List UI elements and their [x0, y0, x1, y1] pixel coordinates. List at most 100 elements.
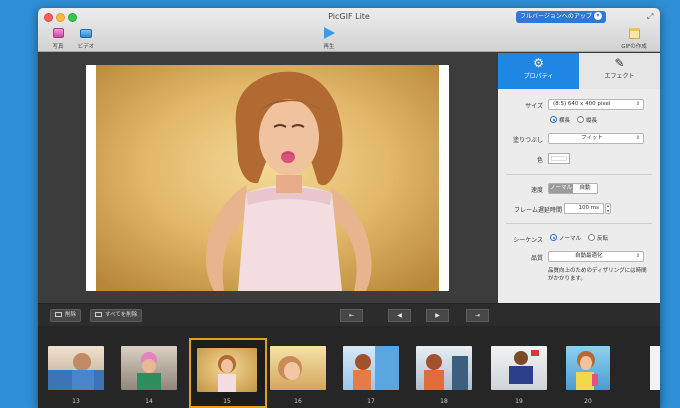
- size-select-value: (8:5) 640 x 400 pixel: [553, 101, 611, 107]
- girl-photo-illustration: [96, 65, 439, 291]
- delay-row: フレーム遅延時間 100 ms ▴ ▾: [498, 203, 660, 215]
- add-video-button[interactable]: ビデオ: [66, 26, 106, 50]
- color-well[interactable]: [548, 153, 570, 164]
- frame-thumbnail[interactable]: [121, 346, 177, 390]
- frame-thumbnail[interactable]: [491, 346, 547, 390]
- frame-number: 19: [515, 398, 523, 405]
- delete-frame-label: 削除: [65, 312, 77, 318]
- thumbnail-image: [218, 355, 236, 392]
- last-frame-button[interactable]: ⇥: [466, 309, 489, 322]
- frame-thumbnail[interactable]: [566, 346, 610, 390]
- sequence-row: シーケンス ノーマル 反転: [498, 233, 660, 245]
- size-row: サイズ (8:5) 640 x 400 pixel ⇕: [498, 99, 660, 111]
- orientation-landscape-radio[interactable]: [550, 116, 557, 123]
- delay-input[interactable]: 100 ms: [564, 203, 604, 214]
- color-swatch: [551, 156, 567, 161]
- first-frame-button[interactable]: ⇤: [340, 309, 363, 322]
- delete-all-label: すべてを削除: [105, 312, 138, 318]
- frame-thumbnail-partial[interactable]: [650, 346, 660, 390]
- tab-effect-label: エフェクト: [604, 73, 635, 80]
- app-window: PicGIF Lite フルバージョンへのアップ ▾ ⤢ 写真 ビデオ 再生 GI…: [38, 8, 660, 408]
- thumbnail-image: [509, 350, 539, 384]
- speed-auto-segment[interactable]: 自動: [573, 184, 597, 193]
- frame-thumbnail[interactable]: [48, 346, 104, 390]
- fill-select[interactable]: フィット ⇕: [548, 133, 644, 144]
- sequence-reverse-radio[interactable]: [587, 234, 595, 241]
- play-label: 再生: [323, 44, 335, 50]
- orientation-portrait-radio[interactable]: [576, 116, 584, 123]
- speed-normal-segment[interactable]: ノーマル: [549, 184, 573, 193]
- sequence-normal-label: ノーマル: [559, 236, 582, 242]
- delete-frame-button[interactable]: 削除: [50, 309, 82, 322]
- frame-number: 13: [72, 398, 80, 405]
- speed-label: 速度: [530, 187, 543, 194]
- quality-row: 品質 自動最適化 ⇕: [498, 251, 660, 263]
- fill-row: 塗りつぶし フィット ⇕: [498, 133, 660, 145]
- upgrade-button[interactable]: フルバージョンへのアップ ▾: [516, 11, 606, 23]
- frame-number: 18: [440, 398, 448, 405]
- chevron-updown-icon: ⇕: [635, 101, 640, 107]
- prev-frame-button[interactable]: ◀: [388, 309, 411, 322]
- tab-properties[interactable]: ⚙ プロパティ: [498, 53, 579, 89]
- speed-segmented-control[interactable]: ノーマル 自動: [548, 183, 598, 194]
- delay-stepper[interactable]: ▴ ▾: [605, 203, 611, 214]
- video-icon: [80, 28, 92, 38]
- sequence-reverse-label: 反転: [596, 236, 608, 242]
- play-button[interactable]: 再生: [309, 26, 349, 50]
- gear-icon: ⚙: [533, 56, 544, 70]
- panel-tabs: ⚙ プロパティ ✎ エフェクト: [498, 53, 660, 89]
- orientation-portrait-label: 縦長: [585, 118, 597, 124]
- preview-photo: [96, 65, 439, 291]
- delete-all-button[interactable]: すべてを削除: [90, 309, 143, 322]
- preview-frame: [86, 65, 449, 291]
- frame-number-selected: 15: [223, 398, 231, 405]
- frame-control-bar: 削除 すべてを削除 ⇤ ◀ ▶ ⇥: [38, 303, 660, 326]
- orientation-row: 横長 縦長: [498, 115, 660, 127]
- add-video-label: ビデオ: [77, 44, 95, 50]
- chevron-updown-icon: ⇕: [635, 253, 640, 259]
- thumbnail-image: [48, 353, 104, 390]
- quality-select-value: 自動最適化: [575, 253, 603, 259]
- thumbnail-image: [424, 354, 468, 390]
- color-label: 色: [536, 157, 543, 164]
- preview-area: [38, 53, 498, 303]
- quality-note: 品質向上のためのディザリングには時間がかかります。: [548, 268, 647, 282]
- delay-label: フレーム遅延時間: [514, 207, 562, 214]
- next-frame-button[interactable]: ▶: [426, 309, 449, 322]
- tab-effect[interactable]: ✎ エフェクト: [579, 53, 660, 89]
- upgrade-label: フルバージョンへのアップ: [520, 13, 592, 20]
- quality-select[interactable]: 自動最適化 ⇕: [548, 251, 644, 262]
- fill-label: 塗りつぶし: [512, 137, 543, 144]
- frame-thumbnail-selected[interactable]: [197, 348, 257, 392]
- color-row: 色: [498, 153, 660, 165]
- frame-number: 14: [145, 398, 153, 405]
- create-gif-label: GIFの作成: [621, 44, 647, 50]
- chevron-updown-icon: ⇕: [635, 135, 640, 141]
- sequence-normal-radio[interactable]: [550, 234, 557, 241]
- frame-number: 20: [584, 398, 592, 405]
- tab-properties-label: プロパティ: [523, 73, 554, 80]
- thumbnail-image: [278, 356, 302, 380]
- speed-row: 速度 ノーマル 自動: [498, 183, 660, 195]
- orientation-landscape-label: 横長: [559, 118, 571, 124]
- frame-thumbnail[interactable]: [416, 346, 472, 390]
- frame-thumbnail[interactable]: [343, 346, 399, 390]
- magic-wand-icon: ✎: [614, 56, 625, 70]
- filmstrip: 13 14 15 16 17 18 19 20: [38, 326, 660, 408]
- image-icon: [95, 311, 102, 317]
- thumbnail-image: [576, 351, 598, 390]
- properties-panel: ⚙ プロパティ ✎ エフェクト サイズ (8:5) 640 x 400 pixe…: [498, 53, 660, 303]
- fill-select-value: フィット: [581, 135, 603, 141]
- frame-thumbnail[interactable]: [270, 346, 326, 390]
- fullscreen-icon[interactable]: ⤢: [647, 12, 653, 22]
- thumbnail-image: [353, 346, 399, 390]
- sequence-label: シーケンス: [513, 237, 543, 244]
- size-select[interactable]: (8:5) 640 x 400 pixel ⇕: [548, 99, 644, 110]
- create-gif-button[interactable]: GIFの作成: [614, 26, 654, 50]
- size-label: サイズ: [525, 103, 543, 110]
- play-icon: [323, 27, 335, 39]
- frame-number: 16: [294, 398, 302, 405]
- frame-number: 17: [367, 398, 375, 405]
- image-icon: [55, 311, 62, 317]
- gif-icon: [628, 27, 640, 39]
